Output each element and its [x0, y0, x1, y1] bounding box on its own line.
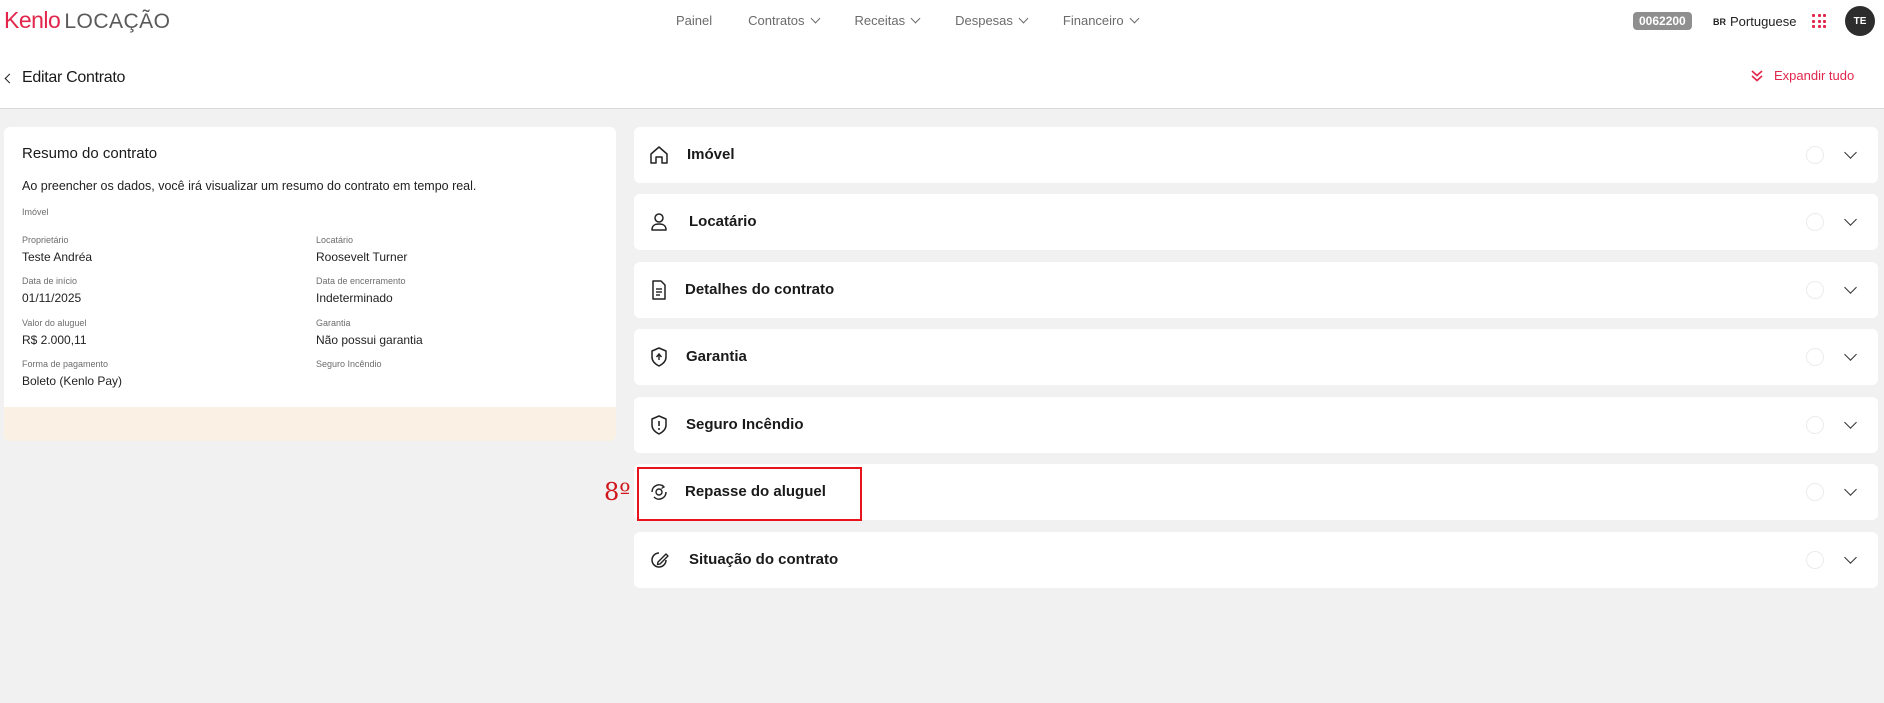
- field-seguro-incendio: Seguro Incêndio: [316, 359, 382, 374]
- chevron-down-icon: [1018, 13, 1029, 24]
- nav-label: Financeiro: [1062, 13, 1124, 28]
- logo-product: LOCAÇÃO: [64, 10, 171, 33]
- chevron-down-icon[interactable]: [1844, 348, 1857, 361]
- field-garantia: Garantia Não possui garantia: [316, 318, 423, 347]
- field-valor-aluguel: Valor do aluguel R$ 2.000,11: [22, 318, 87, 347]
- field-label: Valor do aluguel: [22, 318, 87, 328]
- flag-icon: BR: [1713, 16, 1726, 27]
- field-data-inicio: Data de início 01/11/2025: [22, 276, 81, 305]
- kenlo-logo[interactable]: Kenlo LOCAÇÃO: [4, 7, 171, 34]
- person-icon: [651, 213, 667, 231]
- status-circle-icon: [1806, 146, 1824, 164]
- field-label: Proprietário: [22, 235, 69, 245]
- field-value: Teste Andréa: [22, 250, 93, 264]
- section-label: Detalhes do contrato: [685, 281, 835, 298]
- section-detalhes-contrato[interactable]: Detalhes do contrato: [634, 262, 1878, 318]
- chevron-down-icon: [910, 13, 921, 24]
- annotation-highlight-box: [637, 467, 862, 521]
- status-circle-icon: [1806, 281, 1824, 299]
- field-proprietario: Proprietário Teste Andréa: [22, 235, 92, 264]
- shield-icon: [651, 347, 667, 367]
- chevron-down-icon[interactable]: [1844, 281, 1857, 294]
- chevron-down-icon[interactable]: [1844, 551, 1857, 564]
- chevron-down-icon: [810, 13, 820, 24]
- expand-all-label: Expandir tudo: [1774, 68, 1855, 83]
- summary-imovel-label: Imóvel: [22, 207, 49, 217]
- field-value: Roosevelt Turner: [316, 250, 408, 264]
- field-label: Locatário: [316, 235, 354, 245]
- section-situacao-contrato[interactable]: Situação do contrato: [634, 532, 1878, 588]
- section-imovel[interactable]: Imóvel: [634, 127, 1878, 183]
- nav-label: Painel: [676, 13, 713, 28]
- nav-financeiro[interactable]: Financeiro: [1062, 13, 1140, 28]
- field-label: Forma de pagamento: [22, 359, 109, 369]
- chevron-down-icon[interactable]: [1844, 213, 1857, 226]
- field-value: 01/11/2025: [22, 291, 82, 305]
- document-icon: [652, 280, 666, 300]
- field-value: Não possui garantia: [316, 333, 423, 347]
- shield-alert-icon: [651, 415, 667, 435]
- contract-summary-card: Resumo do contrato Ao preencher os dados…: [4, 127, 616, 441]
- nav-label: Receitas: [854, 13, 906, 28]
- section-label: Garantia: [686, 348, 747, 365]
- main-nav: Painel Contratos Receitas Despesas Finan…: [676, 13, 1174, 28]
- field-data-encerramento: Data de encerramento Indeterminado: [316, 276, 406, 305]
- page-title: Editar Contrato: [22, 69, 126, 86]
- status-circle-icon: [1806, 416, 1824, 434]
- summary-title: Resumo do contrato: [22, 145, 158, 162]
- language-selector[interactable]: BR Portuguese: [1713, 14, 1797, 29]
- nav-receitas[interactable]: Receitas: [854, 13, 921, 28]
- chevron-down-icon[interactable]: [1844, 416, 1857, 429]
- field-label: Garantia: [316, 318, 351, 328]
- chevron-down-icon[interactable]: [1844, 146, 1857, 159]
- edit-circle-icon: [651, 552, 669, 568]
- logo-brand: Kenlo: [4, 7, 61, 33]
- page-header: Editar Contrato Expandir tudo: [0, 42, 1884, 109]
- section-label: Imóvel: [687, 146, 735, 163]
- nav-despesas[interactable]: Despesas: [955, 13, 1029, 28]
- nav-label: Despesas: [955, 13, 1013, 28]
- double-chevron-down-icon: [1751, 69, 1763, 82]
- status-circle-icon: [1806, 483, 1824, 501]
- home-icon: [650, 146, 668, 164]
- nav-painel[interactable]: Painel: [676, 13, 712, 28]
- section-seguro-incendio[interactable]: Seguro Incêndio: [634, 397, 1878, 453]
- chevron-down-icon: [1129, 13, 1140, 24]
- section-label: Situação do contrato: [689, 551, 839, 568]
- top-navigation-bar: Kenlo LOCAÇÃO Painel Contratos Receitas …: [0, 0, 1884, 42]
- field-value: Boleto (Kenlo Pay): [22, 374, 123, 388]
- avatar[interactable]: TE: [1845, 6, 1875, 36]
- chevron-left-icon: [4, 73, 15, 83]
- apps-grid-icon[interactable]: [1812, 14, 1826, 28]
- field-forma-pagamento: Forma de pagamento Boleto (Kenlo Pay): [22, 359, 122, 388]
- status-circle-icon: [1806, 213, 1824, 231]
- section-label: Locatário: [689, 213, 757, 230]
- annotation-step-label: 8º: [604, 478, 631, 506]
- summary-description: Ao preencher os dados, você irá visualiz…: [22, 179, 477, 193]
- status-circle-icon: [1806, 551, 1824, 569]
- summary-footer: [4, 407, 616, 441]
- field-locatario: Locatário Roosevelt Turner: [316, 235, 407, 264]
- nav-label: Contratos: [748, 13, 805, 28]
- field-label: Data de início: [22, 276, 78, 286]
- language-label: Portuguese: [1730, 14, 1797, 29]
- section-garantia[interactable]: Garantia: [634, 329, 1878, 385]
- back-button[interactable]: Editar Contrato: [4, 69, 126, 87]
- account-code-badge: 0062200: [1633, 12, 1692, 30]
- section-locatario[interactable]: Locatário: [634, 194, 1878, 250]
- field-label: Seguro Incêndio: [316, 359, 382, 369]
- status-circle-icon: [1806, 348, 1824, 366]
- field-value: Indeterminado: [316, 291, 393, 305]
- field-label: Data de encerramento: [316, 276, 406, 286]
- section-label: Seguro Incêndio: [686, 416, 804, 433]
- chevron-down-icon[interactable]: [1844, 483, 1857, 496]
- expand-all-button[interactable]: Expandir tudo: [1750, 68, 1854, 83]
- field-value: R$ 2.000,11: [22, 333, 87, 347]
- nav-contratos[interactable]: Contratos: [748, 13, 820, 28]
